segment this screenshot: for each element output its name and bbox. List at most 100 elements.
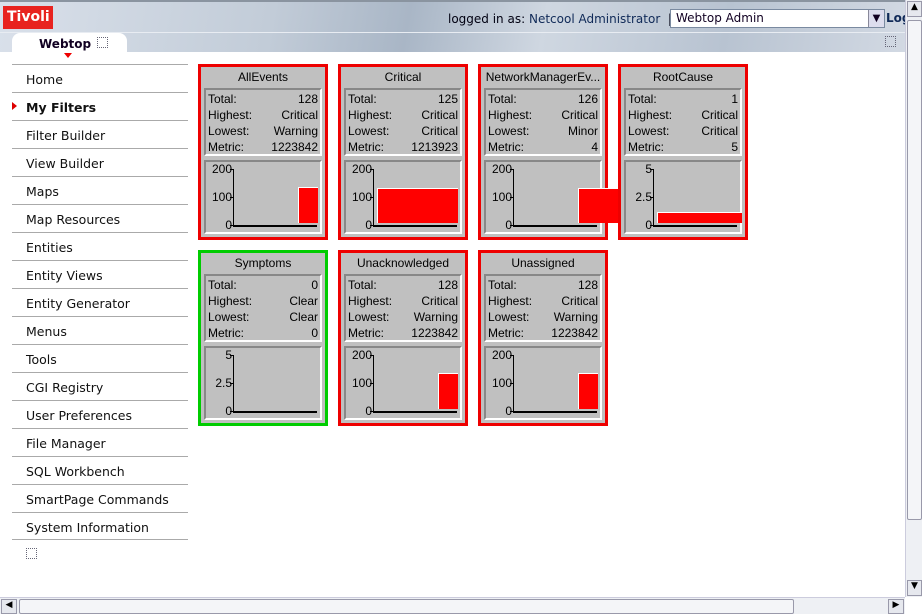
y-tick-mark	[230, 383, 234, 384]
monitor-chart: 200 100 0	[344, 346, 462, 420]
stat-value: Clear	[289, 310, 318, 324]
stat-label: Metric:	[348, 326, 384, 340]
monitor-stats: Total: 128 Highest: Critical Lowest: Warning M…	[204, 88, 322, 156]
monitor-title[interactable]: Critical	[341, 67, 465, 86]
sidebar-item-entity-views[interactable]: Entity Views	[12, 260, 188, 288]
monitor-chart: 200 100 0	[484, 160, 618, 234]
monitor-box[interactable]: AllEvents Total: 128 Highest: Critical Lowes…	[198, 64, 328, 240]
y-tick-mark	[230, 169, 234, 170]
sidebar-item-maps[interactable]: Maps	[12, 176, 188, 204]
stat-value: 1223842	[271, 140, 318, 154]
stat-row-metric: Metric: 5	[628, 139, 738, 155]
monitor-title[interactable]: Unacknowledged	[341, 253, 465, 272]
monitor-stats: Total: 125 Highest: Critical Lowest: Critical…	[344, 88, 462, 156]
sidebar-item-tools[interactable]: Tools	[12, 344, 188, 372]
stat-label: Highest:	[628, 108, 673, 122]
chevron-down-icon[interactable]: ▼	[868, 10, 884, 27]
stat-value: 1223842	[411, 326, 458, 340]
vertical-scrollbar[interactable]: ▲ ▼	[905, 0, 922, 597]
tab-webtop[interactable]: Webtop	[12, 33, 127, 54]
sidebar-item-home[interactable]: Home	[12, 64, 188, 92]
stat-label: Total:	[488, 278, 517, 292]
x-axis	[233, 225, 317, 227]
y-tick-label: 200	[491, 348, 512, 362]
scroll-left-icon[interactable]: ◀	[1, 599, 17, 614]
monitor-box[interactable]: Symptoms Total: 0 Highest: Clear Lowest: Clea…	[198, 250, 328, 426]
stat-value: Critical	[421, 108, 458, 122]
y-tick-mark	[650, 197, 654, 198]
stat-row-total: Total: 0	[208, 277, 318, 293]
chart-bar	[578, 187, 618, 223]
stat-row-highest: Highest: Critical	[208, 107, 318, 123]
sidebar-item-user-preferences[interactable]: User Preferences	[12, 400, 188, 428]
scroll-thumb[interactable]	[907, 20, 922, 520]
login-status: logged in as: Netcool Administrator |	[448, 12, 672, 26]
x-axis	[373, 411, 457, 413]
monitor-title[interactable]: Symptoms	[201, 253, 325, 272]
y-tick-label: 200	[211, 162, 232, 176]
stat-row-total: Total: 128	[348, 277, 458, 293]
monitor-title[interactable]: AllEvents	[201, 67, 325, 86]
horizontal-scrollbar[interactable]: ◀ ▶	[0, 597, 905, 614]
sidebar-item-system-information[interactable]: System Information	[12, 512, 188, 540]
stat-value: 1223842	[551, 326, 598, 340]
sidebar-item-sql-workbench[interactable]: SQL Workbench	[12, 456, 188, 484]
stat-label: Metric:	[208, 140, 244, 154]
stat-row-total: Total: 128	[488, 277, 598, 293]
stat-value: 4	[591, 140, 598, 154]
sidebar-item-menus[interactable]: Menus	[12, 316, 188, 344]
monitor-chart: 5 2.5 0	[624, 160, 742, 234]
stat-row-metric: Metric: 4	[488, 139, 598, 155]
sidebar-item-file-manager[interactable]: File Manager	[12, 428, 188, 456]
edit-icon[interactable]	[885, 36, 896, 47]
stat-row-lowest: Lowest: Minor	[488, 123, 598, 139]
stat-value: 128	[437, 278, 458, 292]
stat-label: Metric:	[348, 140, 384, 154]
monitor-box[interactable]: RootCause Total: 1 Highest: Critical Lowest:…	[618, 64, 748, 240]
scroll-down-icon[interactable]: ▼	[907, 580, 922, 596]
stat-value: Critical	[421, 294, 458, 308]
x-axis	[373, 225, 457, 227]
sidebar-item-cgi-registry[interactable]: CGI Registry	[12, 372, 188, 400]
stat-row-highest: Highest: Critical	[488, 107, 598, 123]
role-select-value: Webtop Admin	[676, 11, 764, 25]
scroll-right-icon[interactable]: ▶	[888, 599, 904, 614]
scroll-thumb[interactable]	[19, 599, 794, 614]
edit-icon[interactable]	[26, 548, 37, 559]
stat-label: Total:	[488, 92, 517, 106]
sidebar-item-view-builder[interactable]: View Builder	[12, 148, 188, 176]
monitor-chart: 200 100 0	[344, 160, 462, 234]
y-tick-mark	[370, 355, 374, 356]
sidebar-item-entities[interactable]: Entities	[12, 232, 188, 260]
stat-value: Warning	[413, 310, 458, 324]
header: Tivoli logged in as: Netcool Administrat…	[0, 0, 910, 58]
stat-value: 128	[577, 278, 598, 292]
monitor-box[interactable]: Unacknowledged Total: 128 Highest: Critical…	[338, 250, 468, 426]
chart-bar	[298, 187, 318, 223]
monitor-title[interactable]: NetworkManagerEv...	[481, 67, 605, 86]
sidebar-item-filter-builder[interactable]: Filter Builder	[12, 120, 188, 148]
stat-row-total: Total: 1	[628, 91, 738, 107]
sidebar-item-smartpage-commands[interactable]: SmartPage Commands	[12, 484, 188, 512]
scroll-up-icon[interactable]: ▲	[907, 1, 922, 17]
sidebar-item-entity-generator[interactable]: Entity Generator	[12, 288, 188, 316]
stat-value: 128	[297, 92, 318, 106]
sidebar-item-map-resources[interactable]: Map Resources	[12, 204, 188, 232]
monitor-stats: Total: 126 Highest: Critical Lowest: Minor Met…	[484, 88, 602, 156]
divider	[0, 32, 905, 33]
monitor-title[interactable]: RootCause	[621, 67, 745, 86]
chart-bar	[438, 373, 458, 409]
sidebar-item-my-filters[interactable]: My Filters	[12, 92, 188, 120]
monitor-box[interactable]: Unassigned Total: 128 Highest: Critical Lowe…	[478, 250, 608, 426]
role-select[interactable]: Webtop Admin ▼	[670, 9, 885, 28]
monitor-box[interactable]: NetworkManagerEv... Total: 126 Highest: Cri…	[478, 64, 618, 240]
monitor-title[interactable]: Unassigned	[481, 253, 605, 272]
stat-label: Total:	[628, 92, 657, 106]
stat-label: Highest:	[208, 294, 253, 308]
monitor-box[interactable]: Critical Total: 125 Highest: Critical Lowest…	[338, 64, 468, 240]
stat-value: Critical	[421, 124, 458, 138]
edit-icon[interactable]	[97, 37, 108, 48]
y-tick-mark	[650, 225, 654, 226]
x-axis	[233, 411, 317, 413]
y-tick-mark	[370, 197, 374, 198]
